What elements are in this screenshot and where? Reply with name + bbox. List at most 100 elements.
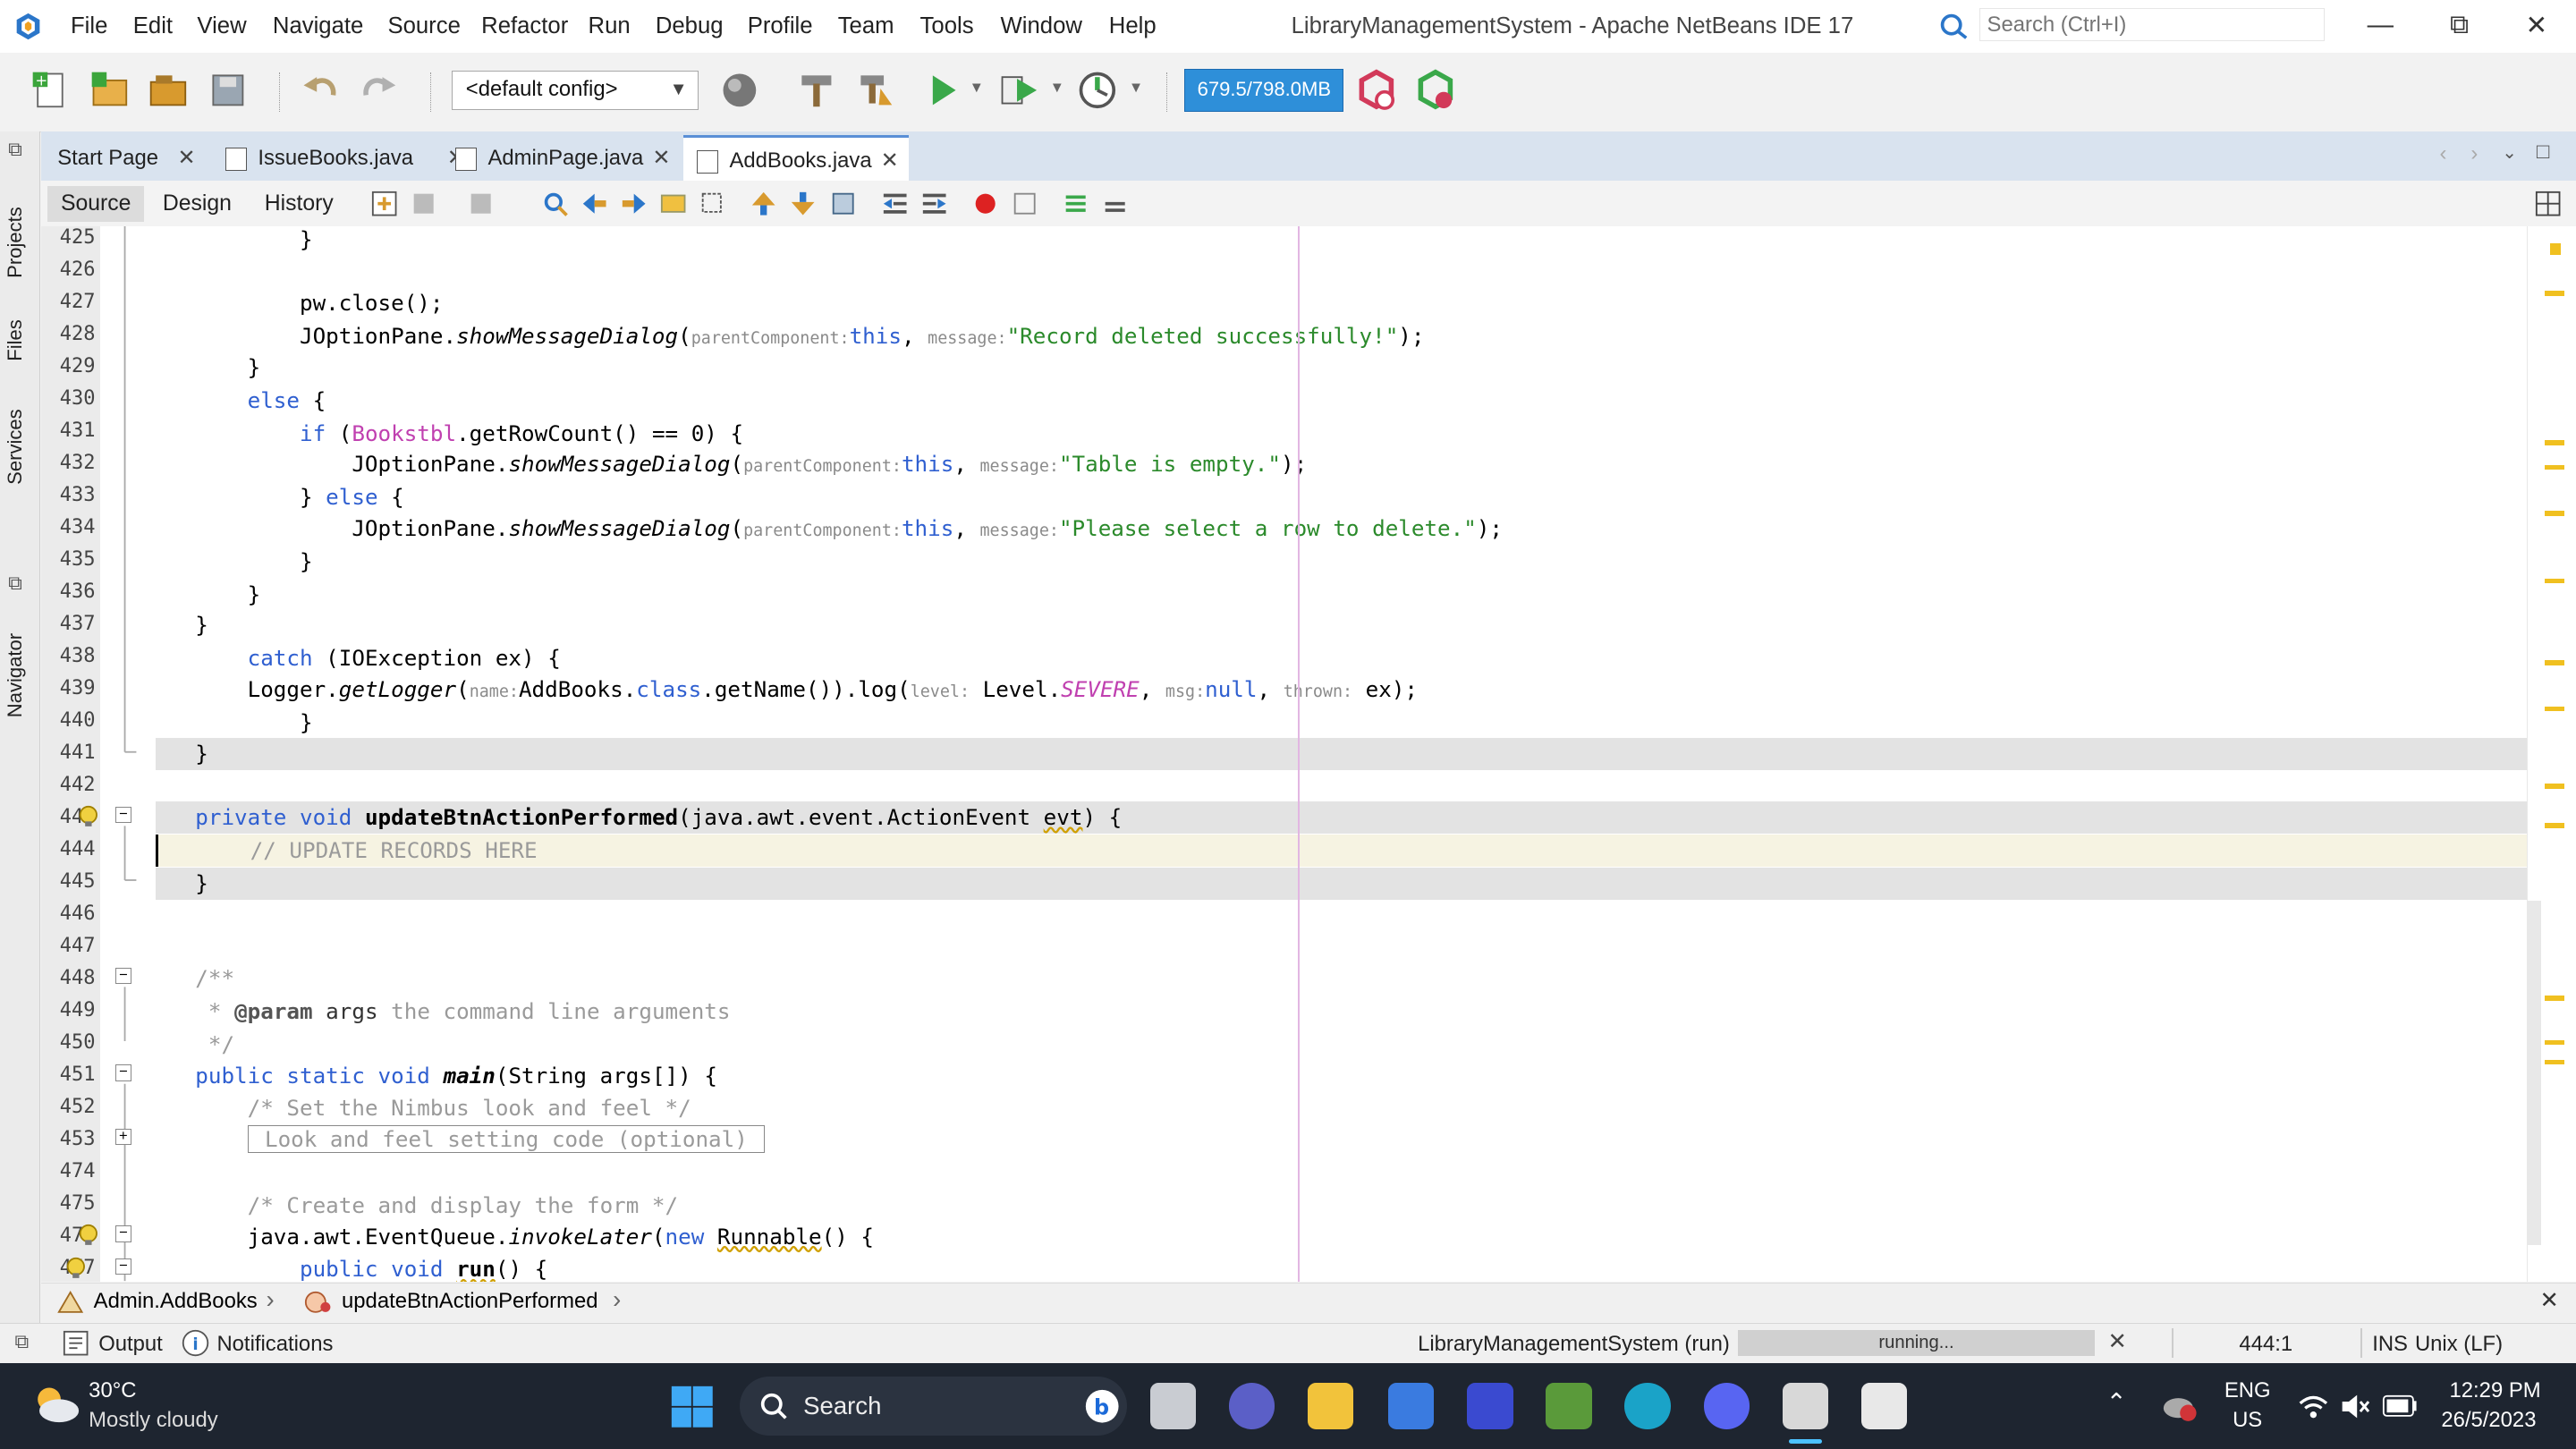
profile-dropdown-icon[interactable]: ▼: [1129, 79, 1143, 97]
start-macro-icon[interactable]: [972, 191, 998, 216]
windows-start-icon[interactable]: [670, 1385, 715, 1429]
collapse-fold-icon[interactable]: −: [114, 1224, 132, 1242]
maximize-editor-icon[interactable]: □: [2537, 140, 2549, 165]
code-line[interactable]: */: [156, 1029, 2526, 1061]
onedrive-icon[interactable]: [2162, 1390, 2198, 1423]
code-line[interactable]: }: [156, 737, 2527, 770]
design-view-tab[interactable]: Design: [149, 186, 245, 222]
collapse-fold-icon[interactable]: −: [114, 967, 132, 985]
hint-bulb-icon[interactable]: [64, 1257, 88, 1280]
find-next-icon[interactable]: [621, 191, 647, 216]
code-line[interactable]: * @param args the command line arguments: [156, 996, 2526, 1028]
warning-marker[interactable]: [2545, 660, 2565, 665]
back-icon[interactable]: [411, 191, 436, 216]
input-language[interactable]: ENG: [2224, 1378, 2271, 1403]
menu-source[interactable]: Source: [387, 13, 460, 39]
folded-code-block[interactable]: Look and feel setting code (optional): [247, 1125, 766, 1154]
minecraft-icon[interactable]: [1546, 1383, 1592, 1429]
code-line[interactable]: /* Create and display the form */: [156, 1190, 2526, 1222]
run-dropdown-icon[interactable]: ▼: [970, 79, 984, 97]
code-editor[interactable]: } pw.close(); JOptionPane.showMessageDia…: [156, 226, 2527, 1282]
prev-bookmark-icon[interactable]: [750, 191, 776, 216]
undo-icon[interactable]: [299, 69, 342, 112]
code-line[interactable]: public void run() {: [156, 1253, 2526, 1281]
code-line[interactable]: Look and feel setting code (optional): [156, 1123, 2526, 1156]
menu-file[interactable]: File: [71, 13, 107, 39]
code-line[interactable]: }: [156, 226, 2526, 255]
source-view-tab[interactable]: Source: [47, 185, 145, 222]
build-hammer-icon[interactable]: [795, 69, 838, 112]
netbeans-taskbar-icon[interactable]: [1782, 1383, 1829, 1429]
toggle-bookmark-icon[interactable]: [830, 191, 856, 216]
config-select[interactable]: <default config> ▼: [452, 70, 699, 111]
quick-search[interactable]: [1938, 8, 2333, 44]
tab-start-page[interactable]: Start Page ✕: [41, 135, 206, 181]
menu-tools[interactable]: Tools: [920, 13, 974, 39]
code-line[interactable]: JOptionPane.showMessageDialog(parentComp…: [156, 448, 2526, 480]
profiler-snapshot-icon[interactable]: [1414, 69, 1457, 112]
line-endings[interactable]: Unix (LF): [2415, 1332, 2503, 1357]
menu-view[interactable]: View: [197, 13, 246, 39]
find-previous-icon[interactable]: [581, 191, 607, 216]
teams-chat-icon[interactable]: [1228, 1383, 1275, 1429]
scroll-tabs-right-icon[interactable]: ›: [2470, 141, 2478, 166]
close-icon[interactable]: ✕: [652, 135, 670, 181]
java-app-icon[interactable]: [1860, 1383, 1908, 1429]
tab-issuebooks[interactable]: IssueBooks.java✕: [212, 135, 475, 181]
open-project-icon[interactable]: [148, 69, 191, 112]
input-region[interactable]: US: [2233, 1408, 2262, 1433]
code-line[interactable]: private void updateBtnActionPerformed(ja…: [156, 801, 2527, 835]
warning-marker[interactable]: [2545, 996, 2565, 1001]
browser-globe-icon[interactable]: [718, 69, 761, 112]
code-line[interactable]: JOptionPane.showMessageDialog(parentComp…: [156, 513, 2526, 545]
services-panel-tab[interactable]: Services: [4, 402, 37, 484]
cloud-weather-icon[interactable]: [30, 1383, 82, 1426]
code-line[interactable]: }: [156, 579, 2526, 611]
code-line[interactable]: }: [156, 867, 2527, 900]
warning-marker[interactable]: [2545, 291, 2565, 296]
weather-desc[interactable]: Mostly cloudy: [89, 1408, 218, 1433]
toggle-highlight-icon[interactable]: [660, 191, 686, 216]
warning-marker[interactable]: [2545, 464, 2565, 470]
restore-output-icon[interactable]: ⧉: [15, 1330, 30, 1353]
code-line[interactable]: java.awt.EventQueue.invokeLater(new Runn…: [156, 1221, 2526, 1253]
navigator-panel-tab[interactable]: Navigator: [4, 619, 37, 717]
menu-edit[interactable]: Edit: [133, 13, 173, 39]
cancel-process-icon[interactable]: ✕: [2107, 1328, 2127, 1355]
search-input[interactable]: [1979, 8, 2325, 41]
close-icon[interactable]: ✕: [178, 135, 196, 181]
error-stripe[interactable]: [2526, 226, 2576, 1282]
debug-dropdown-icon[interactable]: ▼: [1050, 79, 1064, 97]
caret-position[interactable]: 444:1: [2239, 1332, 2292, 1357]
file-explorer-icon[interactable]: [1308, 1383, 1354, 1429]
menu-debug[interactable]: Debug: [656, 13, 724, 39]
warning-marker[interactable]: [2545, 823, 2565, 828]
restore-panel-icon[interactable]: ⧉: [8, 572, 22, 595]
uncomment-icon[interactable]: [1102, 191, 1128, 216]
next-bookmark-icon[interactable]: [790, 191, 816, 216]
gc-heap-icon[interactable]: [1355, 69, 1398, 112]
redo-icon[interactable]: [358, 69, 401, 112]
hint-bulb-icon[interactable]: [77, 805, 100, 828]
clock-time[interactable]: 12:29 PM: [2450, 1378, 2541, 1403]
taskbar-search[interactable]: Search b: [739, 1377, 1127, 1436]
insert-mode[interactable]: INS: [2372, 1332, 2408, 1357]
comment-icon[interactable]: [1063, 191, 1089, 216]
clean-build-icon[interactable]: [854, 69, 897, 112]
battery-icon[interactable]: [2382, 1394, 2418, 1418]
code-line[interactable]: Logger.getLogger(name:AddBooks.class.get…: [156, 674, 2526, 706]
debug-project-icon[interactable]: [997, 69, 1040, 112]
forward-icon[interactable]: [468, 191, 494, 216]
close-window-button[interactable]: ✕: [2512, 10, 2561, 41]
code-line[interactable]: if (Bookstbl.getRowCount() == 0) {: [156, 418, 2526, 450]
code-line[interactable]: } else {: [156, 481, 2526, 513]
close-breadcrumb-icon[interactable]: ✕: [2540, 1287, 2560, 1314]
code-line[interactable]: public static void main(String args[]) {: [156, 1060, 2526, 1092]
warning-marker[interactable]: [2545, 578, 2565, 584]
wifi-icon[interactable]: [2297, 1392, 2330, 1421]
code-line[interactable]: }: [156, 352, 2526, 384]
discord-icon[interactable]: [1703, 1383, 1750, 1429]
code-line-current[interactable]: // UPDATE RECORDS HERE: [156, 835, 2527, 868]
microsoft-store-icon[interactable]: [1388, 1383, 1435, 1429]
progress-bar[interactable]: running...: [1738, 1329, 2095, 1357]
